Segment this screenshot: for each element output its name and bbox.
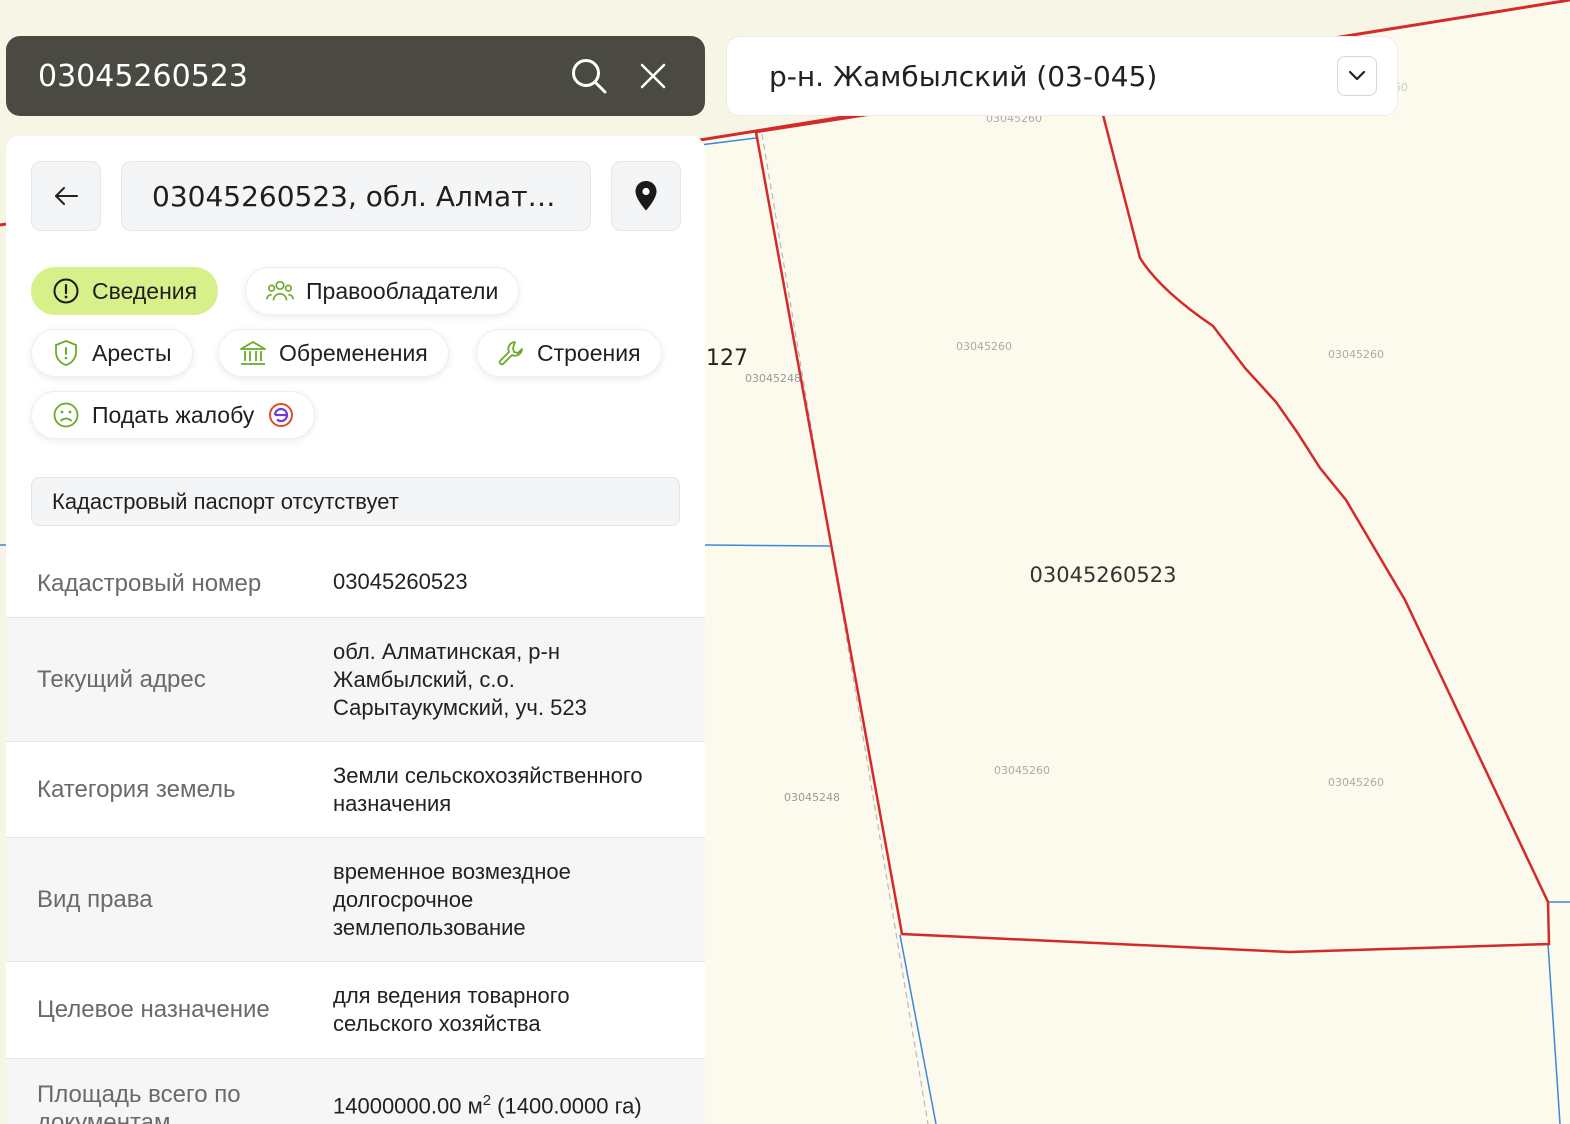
sad-face-icon bbox=[52, 401, 80, 429]
table-row: Текущий адрес обл. Алматинская, р-н Жамб… bbox=[6, 618, 705, 742]
panel-title: 03045260523, обл. Алматин... bbox=[121, 161, 591, 231]
area-unit-sup: 2 bbox=[482, 1092, 492, 1109]
tab-label: Строения bbox=[537, 339, 641, 366]
district-label: р-н. Жамбылский (03-045) bbox=[769, 59, 1158, 93]
parcel-info-panel: 03045260523, обл. Алматин... Сведения Пр… bbox=[6, 136, 705, 1124]
search-icon[interactable] bbox=[569, 56, 609, 96]
close-icon[interactable] bbox=[633, 56, 673, 96]
panel-title-text: 03045260523, обл. Алматин... bbox=[152, 179, 560, 213]
search-bar: 03045260523 bbox=[6, 36, 705, 116]
parcel-label: 03045248 bbox=[784, 791, 840, 804]
parcel-label: 03045260 bbox=[1328, 776, 1384, 789]
tab-label: Подать жалобу bbox=[92, 401, 255, 428]
parcel-label: 03045260 bbox=[1328, 348, 1384, 361]
egov-logo-icon bbox=[268, 402, 294, 428]
tab-pravoobladateli[interactable]: Правообладатели bbox=[245, 267, 520, 315]
district-select[interactable]: р-н. Жамбылский (03-045) bbox=[726, 36, 1398, 116]
row-key: Текущий адрес bbox=[37, 666, 206, 693]
tab-label: Сведения bbox=[92, 277, 198, 304]
table-row: Кадастровый номер 03045260523 bbox=[6, 548, 705, 618]
back-button[interactable] bbox=[31, 161, 101, 231]
parcel-area bbox=[700, 0, 1570, 1124]
table-row: Площадь всего по документам 14000000.00 … bbox=[6, 1059, 705, 1124]
shield-icon bbox=[52, 339, 80, 367]
submit-complaint-button[interactable]: Подать жалобу bbox=[31, 391, 316, 439]
users-icon bbox=[266, 277, 294, 305]
locate-button[interactable] bbox=[611, 161, 681, 231]
cadastral-passport-notice: Кадастровый паспорт отсутствует bbox=[31, 477, 680, 526]
row-key: Кадастровый номер bbox=[37, 570, 262, 597]
tab-obremeneniya[interactable]: Обременения bbox=[218, 329, 449, 377]
row-key: Категория земель bbox=[37, 776, 236, 803]
row-value: 14000000.00 м2 (1400.0000 га) bbox=[333, 1087, 693, 1120]
area-hectares: (1400.0000 га) bbox=[491, 1093, 642, 1119]
row-value: обл. Алматинская, р-н Жамбылский, с.о. С… bbox=[333, 639, 587, 720]
area-value: 14000000.00 м bbox=[333, 1093, 483, 1119]
table-row: Целевое назначение для ведения товарного… bbox=[6, 962, 705, 1059]
tab-label: Правообладатели bbox=[306, 277, 499, 304]
parcel-label: 03045248 bbox=[745, 372, 801, 385]
row-key: Вид права bbox=[37, 886, 153, 913]
row-value: временное возмездное долгосрочное землеп… bbox=[333, 859, 571, 940]
row-value: для ведения товарного сельского хозяйств… bbox=[333, 983, 570, 1036]
bank-icon bbox=[239, 339, 267, 367]
row-value: 03045260523 bbox=[333, 569, 468, 594]
boundary-line bbox=[704, 544, 831, 547]
row-key: Целевое назначение bbox=[37, 996, 270, 1023]
wrench-icon bbox=[497, 339, 525, 367]
tab-aresty[interactable]: Аресты bbox=[31, 329, 193, 377]
table-row: Вид права временное возмездное долгосроч… bbox=[6, 838, 705, 962]
parcel-label-main: 03045260523 bbox=[1030, 563, 1177, 587]
map-pin-icon bbox=[635, 181, 657, 211]
row-value: Земли сельскохозяйственного назначения bbox=[333, 763, 643, 816]
tab-label: Аресты bbox=[92, 339, 172, 366]
panel-header: 03045260523, обл. Алматин... bbox=[31, 161, 681, 231]
parcel-label: 03045260 bbox=[956, 340, 1012, 353]
info-circle-icon bbox=[52, 277, 80, 305]
arrow-left-icon bbox=[55, 187, 78, 205]
tab-stroeniya[interactable]: Строения bbox=[476, 329, 662, 377]
table-row: Категория земель Земли сельскохозяйствен… bbox=[6, 742, 705, 838]
tab-svedeniya[interactable]: Сведения bbox=[31, 267, 219, 315]
tab-label: Обременения bbox=[279, 339, 428, 366]
chevron-down-icon[interactable] bbox=[1337, 56, 1377, 96]
search-input[interactable]: 03045260523 bbox=[38, 59, 545, 94]
parcel-label: 03045260 bbox=[994, 764, 1050, 777]
row-key: Площадь всего по документам bbox=[37, 1081, 241, 1124]
parcel-label: 127 bbox=[706, 346, 748, 371]
